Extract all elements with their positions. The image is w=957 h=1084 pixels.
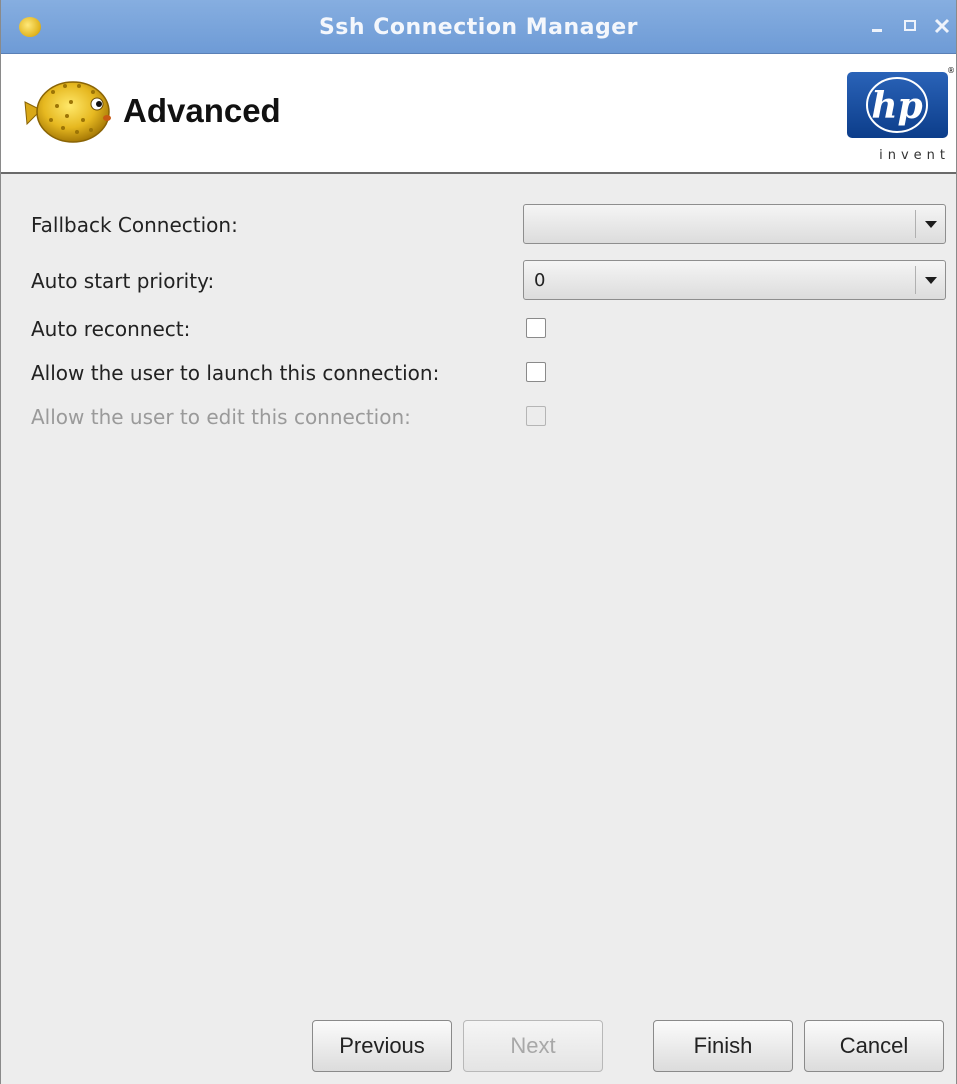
auto-reconnect-label: Auto reconnect: [31,317,191,341]
cancel-button[interactable]: Cancel [804,1020,944,1072]
maximize-icon [904,20,916,31]
allow-launch-checkbox[interactable] [526,362,546,382]
previous-button[interactable]: Previous [312,1020,452,1072]
auto-start-priority-label: Auto start priority: [31,269,215,293]
auto-reconnect-checkbox[interactable] [526,318,546,338]
page-header: Advanced hp ® invent [1,54,956,174]
minimize-button[interactable] [868,16,888,36]
svg-text:hp: hp [871,85,922,127]
allow-edit-label: Allow the user to edit this connection: [31,405,411,429]
close-icon [934,18,950,34]
allow-launch-label: Allow the user to launch this connection… [31,361,440,385]
allow-edit-checkbox [526,406,546,426]
ssh-connection-manager-window: Ssh Connection Manager Advanced hp ® inv… [0,0,957,1084]
maximize-button[interactable] [901,16,921,36]
hp-tagline: invent [879,148,950,163]
finish-button[interactable]: Finish [653,1020,793,1072]
close-button[interactable] [932,16,952,36]
chevron-down-icon [925,221,937,228]
fallback-connection-label: Fallback Connection: [31,213,238,237]
chevron-down-icon [925,277,937,284]
hp-logo-mark: hp [847,72,948,138]
pufferfish-icon [24,81,111,143]
auto-start-priority-dropdown[interactable]: 0 [523,260,946,300]
title-bar[interactable]: Ssh Connection Manager [1,0,956,54]
hp-logo: hp ® invent [844,66,955,166]
page-title: Advanced [123,92,281,129]
auto-start-priority-value: 0 [534,270,546,291]
minimize-icon [872,29,882,32]
window-title: Ssh Connection Manager [318,15,639,40]
fallback-connection-dropdown[interactable] [523,204,946,244]
next-button: Next [463,1020,603,1072]
